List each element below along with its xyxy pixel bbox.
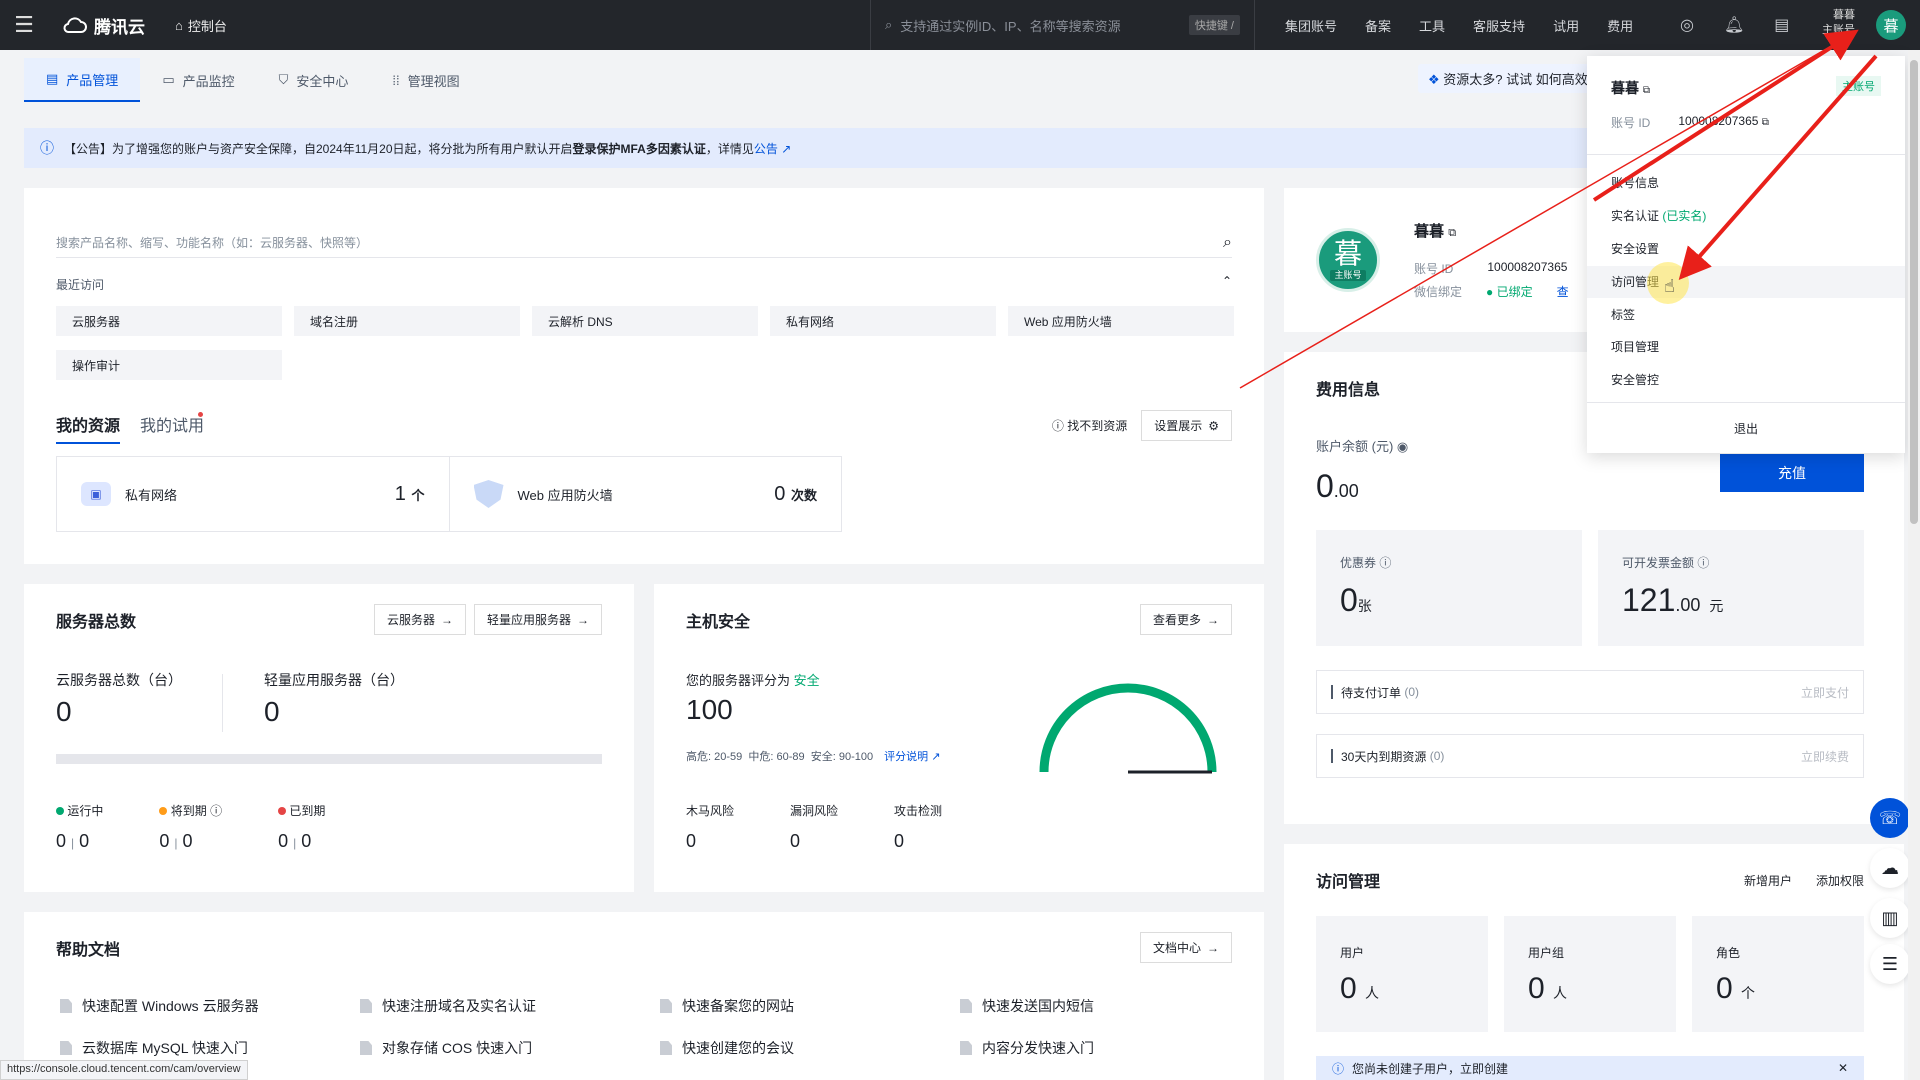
book-icon[interactable]: ▥ — [1870, 898, 1910, 938]
customer-service-icon[interactable]: ☏ — [1870, 798, 1910, 838]
arrow-to-avatar — [1239, 33, 1853, 389]
status-bar-url: https://console.cloud.tencent.com/cam/ov… — [0, 1060, 248, 1080]
list-icon[interactable]: ☰ — [1870, 944, 1910, 984]
arrow-to-avatar-thick — [1592, 29, 1859, 202]
annotation-arrows — [1239, 29, 1878, 389]
cloud-upload-icon[interactable]: ☁ — [1870, 848, 1910, 888]
arrow-to-access-management — [1678, 54, 1878, 281]
scrollbar-thumb[interactable] — [1910, 60, 1918, 524]
